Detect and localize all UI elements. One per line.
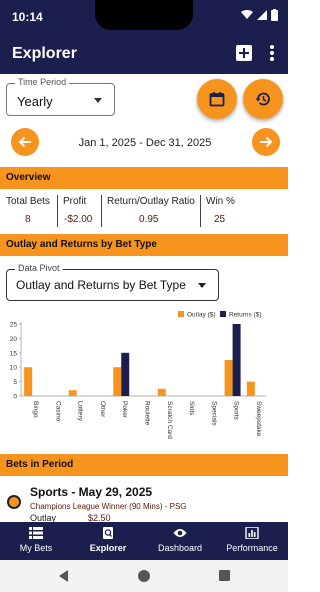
stat-label: Profit bbox=[63, 196, 87, 207]
x-tick-label: Lottery bbox=[77, 401, 84, 422]
legend-swatch bbox=[178, 311, 184, 317]
overview-stats: Total Bets 8 Profit -$2.00 Return/Outlay… bbox=[0, 193, 288, 231]
history-button[interactable] bbox=[243, 79, 283, 119]
time-period-select[interactable]: Time Period Yearly bbox=[6, 77, 115, 116]
nav-explorer[interactable]: Explorer bbox=[72, 522, 144, 560]
x-tick-label: Slots bbox=[188, 401, 195, 416]
status-icons bbox=[241, 9, 278, 21]
stat-profit: Profit -$2.00 bbox=[63, 193, 99, 231]
nav-performance[interactable]: Performance bbox=[216, 522, 288, 560]
stat-value: -$2.00 bbox=[64, 214, 93, 225]
bet-title: Sports - May 29, 2025 bbox=[30, 485, 153, 499]
nav-label: My Bets bbox=[19, 543, 53, 553]
stat-label: Return/Outlay Ratio bbox=[107, 196, 195, 207]
bar-outlay bbox=[224, 360, 233, 396]
time-period-value: Yearly bbox=[17, 94, 53, 109]
home-icon[interactable] bbox=[138, 570, 150, 582]
app-bar: Explorer bbox=[0, 34, 288, 74]
more-vert-icon[interactable] bbox=[268, 45, 276, 63]
bar-returns bbox=[232, 324, 241, 396]
x-tick-label: Poker bbox=[121, 401, 128, 419]
legend-label: Returns ($) bbox=[229, 312, 262, 319]
stat-divider bbox=[101, 195, 102, 227]
bar-chart-icon bbox=[245, 527, 259, 539]
back-icon[interactable] bbox=[59, 570, 68, 582]
previous-period-button[interactable] bbox=[11, 128, 39, 156]
stat-total-bets: Total Bets 8 bbox=[6, 193, 54, 231]
x-tick-label: Sweepstake bbox=[255, 401, 262, 437]
bottom-navigation: My Bets Explorer Dashboard Performance bbox=[0, 522, 288, 560]
stat-return-outlay-ratio: Return/Outlay Ratio 0.95 bbox=[107, 193, 197, 231]
y-tick-label: 10 bbox=[10, 365, 18, 372]
stat-label: Total Bets bbox=[6, 196, 50, 207]
bar-outlay bbox=[246, 381, 255, 396]
history-icon bbox=[255, 92, 270, 106]
x-tick-label: Other bbox=[99, 401, 106, 418]
legend-label: Outlay ($) bbox=[187, 312, 216, 319]
search-doc-icon bbox=[103, 527, 113, 539]
outlay-returns-chart: 0 5 10 15 20 25 Bingo Casino Lottery Other Poker Ro… bbox=[10, 311, 266, 439]
nav-my-bets[interactable]: My Bets bbox=[0, 522, 72, 560]
nav-label: Explorer bbox=[89, 543, 127, 553]
next-period-button[interactable] bbox=[252, 128, 280, 156]
outlay-returns-header: Outlay and Returns by Bet Type bbox=[0, 234, 288, 256]
stat-value: 0.95 bbox=[139, 214, 159, 225]
date-range: Jan 1, 2025 - Dec 31, 2025 bbox=[78, 137, 212, 149]
dropdown-arrow-icon bbox=[94, 98, 102, 103]
status-time: 10:14 bbox=[12, 10, 43, 24]
eye-icon bbox=[173, 529, 187, 537]
x-tick-label: Specials bbox=[210, 401, 217, 426]
page-title: Explorer bbox=[12, 45, 77, 62]
arrow-left-icon bbox=[18, 136, 31, 148]
data-pivot-label: Data Pivot bbox=[15, 263, 63, 273]
stat-divider bbox=[200, 195, 201, 227]
y-tick-label: 15 bbox=[10, 350, 18, 357]
stat-value: 25 bbox=[214, 214, 226, 225]
x-tick-label: Bingo bbox=[32, 401, 39, 418]
arrow-right-icon bbox=[260, 136, 273, 148]
y-tick-label: 0 bbox=[13, 394, 17, 401]
bet-description: Champions League Winner (90 Mins) - PSG bbox=[30, 502, 187, 511]
y-tick-label: 20 bbox=[10, 336, 18, 343]
x-tick-label: Scratch Card bbox=[166, 401, 173, 439]
x-tick-label: Casino bbox=[54, 401, 61, 422]
wifi-icon bbox=[241, 10, 253, 19]
system-navigation-bar bbox=[0, 560, 288, 592]
stat-label: Win % bbox=[206, 196, 235, 207]
list-icon bbox=[29, 527, 43, 539]
nav-label: Performance bbox=[226, 543, 278, 553]
calendar-button[interactable] bbox=[197, 79, 237, 119]
time-period-label: Time Period bbox=[15, 77, 70, 87]
legend-swatch bbox=[220, 311, 226, 317]
x-tick-label: Roulette bbox=[144, 401, 151, 426]
signal-icon bbox=[257, 10, 267, 20]
status-bar: 10:14 bbox=[0, 0, 288, 34]
bar-outlay bbox=[157, 388, 166, 396]
y-tick-label: 5 bbox=[13, 379, 17, 386]
data-pivot-select[interactable]: Data Pivot Outlay and Returns by Bet Typ… bbox=[6, 263, 219, 301]
battery-icon bbox=[271, 9, 278, 21]
add-icon[interactable] bbox=[236, 45, 252, 61]
bar-outlay bbox=[113, 367, 122, 396]
stat-win-percent: Win % 25 bbox=[206, 193, 246, 231]
soccer-ball-icon bbox=[7, 495, 21, 509]
data-pivot-value: Outlay and Returns by Bet Type bbox=[16, 278, 186, 292]
camera-notch bbox=[95, 0, 193, 30]
dropdown-arrow-icon bbox=[198, 283, 206, 288]
bar-outlay bbox=[24, 367, 33, 396]
bets-in-period-header: Bets in Period bbox=[0, 454, 288, 476]
x-tick-label: Sports bbox=[233, 401, 240, 421]
overview-header: Overview bbox=[0, 167, 288, 189]
bar-outlay bbox=[68, 390, 77, 396]
recents-icon[interactable] bbox=[219, 570, 230, 581]
stat-divider bbox=[57, 195, 58, 227]
bar-returns bbox=[121, 352, 130, 396]
nav-label: Dashboard bbox=[157, 543, 203, 553]
stat-value: 8 bbox=[25, 214, 31, 225]
y-tick-label: 25 bbox=[10, 322, 18, 329]
calendar-icon bbox=[209, 92, 225, 107]
nav-dashboard[interactable]: Dashboard bbox=[144, 522, 216, 560]
